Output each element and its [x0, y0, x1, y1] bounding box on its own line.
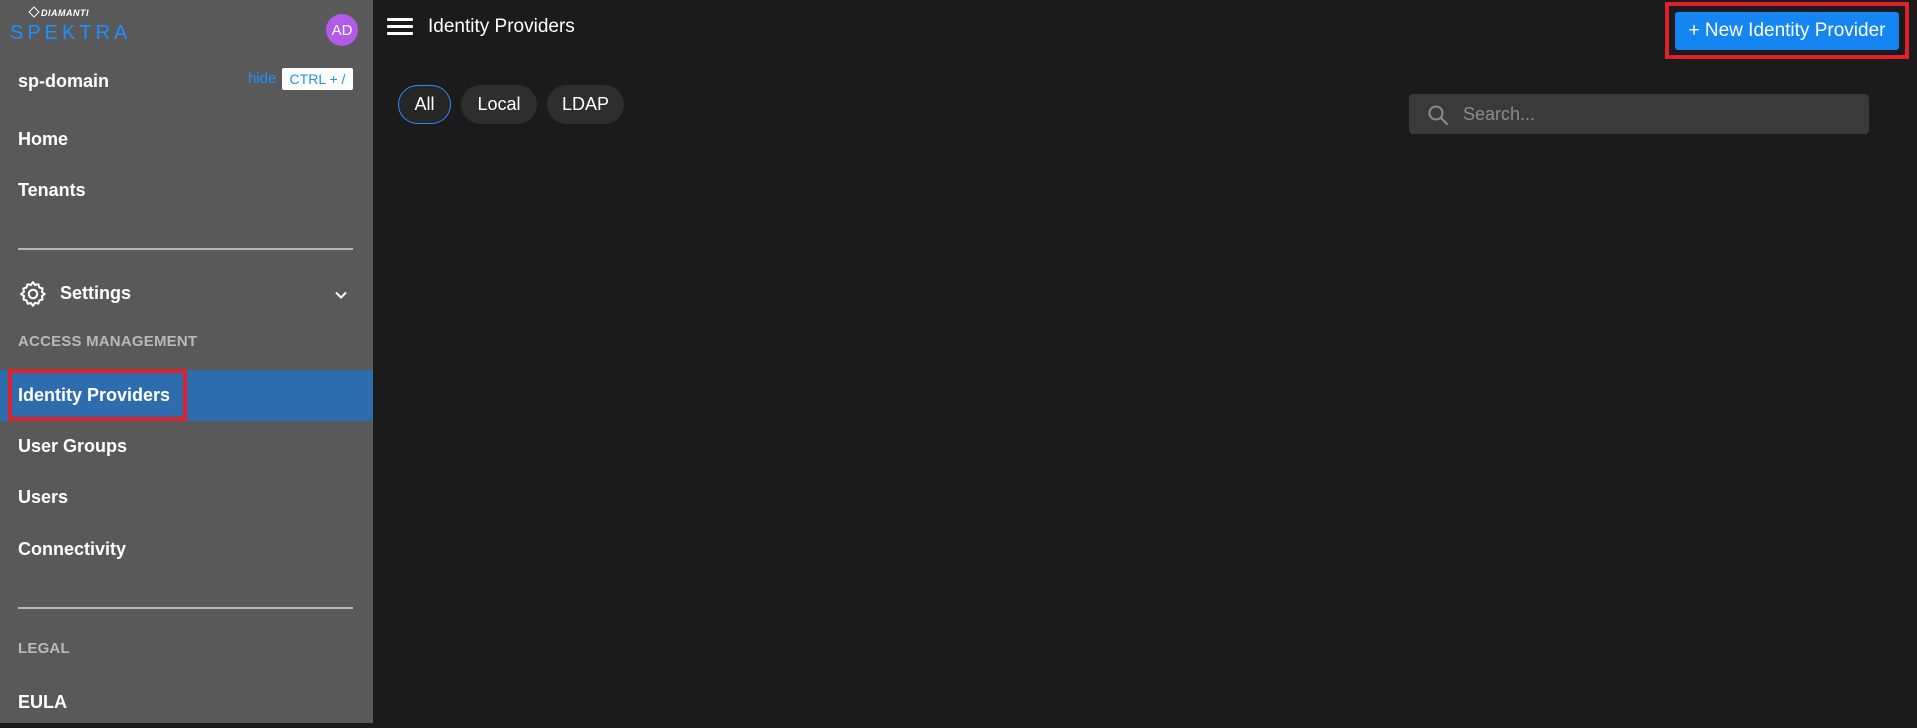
sidebar-item-home[interactable]: Home	[0, 114, 373, 165]
search-box	[1409, 94, 1869, 134]
sidebar-item-label: EULA	[18, 692, 67, 712]
brand-product: SPEKTRA	[10, 22, 132, 44]
sidebar-settings-toggle[interactable]: Settings	[0, 274, 373, 314]
diamond-icon	[28, 6, 40, 18]
sidebar-item-users[interactable]: Users	[0, 472, 373, 523]
sidebar: DIAMANTI SPEKTRA AD sp-domain hide CTRL …	[0, 0, 373, 723]
filter-chip-label: All	[414, 94, 435, 114]
brand-company: DIAMANTI	[28, 6, 89, 18]
filter-chip-all[interactable]: All	[398, 85, 451, 124]
chevron-down-icon[interactable]	[333, 287, 349, 303]
filter-chip-label: Local	[477, 94, 521, 114]
search-input[interactable]	[1461, 94, 1861, 134]
page-title: Identity Providers	[428, 16, 575, 37]
sidebar-item-tenants[interactable]: Tenants	[0, 165, 373, 216]
section-label-legal: LEGAL	[18, 640, 70, 657]
sidebar-divider	[18, 607, 353, 609]
sidebar-item-label: Home	[18, 129, 69, 149]
hide-sidebar-link[interactable]: hide	[248, 70, 276, 87]
settings-label: Settings	[60, 283, 132, 303]
brand-logo[interactable]: DIAMANTI SPEKTRA	[10, 6, 132, 44]
sidebar-item-label: Users	[18, 487, 69, 507]
filter-chip-label: LDAP	[561, 94, 610, 114]
gear-icon	[20, 281, 46, 307]
filter-chip-ldap[interactable]: LDAP	[547, 85, 624, 124]
sidebar-divider	[18, 248, 353, 250]
sidebar-item-user-groups[interactable]: User Groups	[0, 421, 373, 472]
user-avatar[interactable]: AD	[326, 14, 358, 46]
section-label-access-management: ACCESS MANAGEMENT	[18, 333, 198, 350]
sidebar-item-label: Identity Providers	[18, 385, 171, 405]
sidebar-item-label: Connectivity	[18, 539, 127, 559]
keyboard-shortcut-hint: CTRL + /	[282, 68, 353, 90]
sidebar-item-identity-providers[interactable]: Identity Providers	[0, 370, 373, 421]
filter-chip-local[interactable]: Local	[461, 85, 537, 124]
sidebar-item-eula[interactable]: EULA	[0, 677, 373, 728]
main-content: Identity Providers + New Identity Provid…	[373, 0, 1917, 723]
sidebar-item-label: User Groups	[18, 436, 128, 456]
search-icon	[1428, 105, 1448, 125]
new-identity-provider-button[interactable]: + New Identity Provider	[1675, 12, 1899, 50]
domain-name: sp-domain	[18, 71, 110, 91]
hamburger-icon[interactable]	[387, 18, 413, 38]
sidebar-item-connectivity[interactable]: Connectivity	[0, 524, 373, 575]
sidebar-item-label: Tenants	[18, 180, 86, 200]
